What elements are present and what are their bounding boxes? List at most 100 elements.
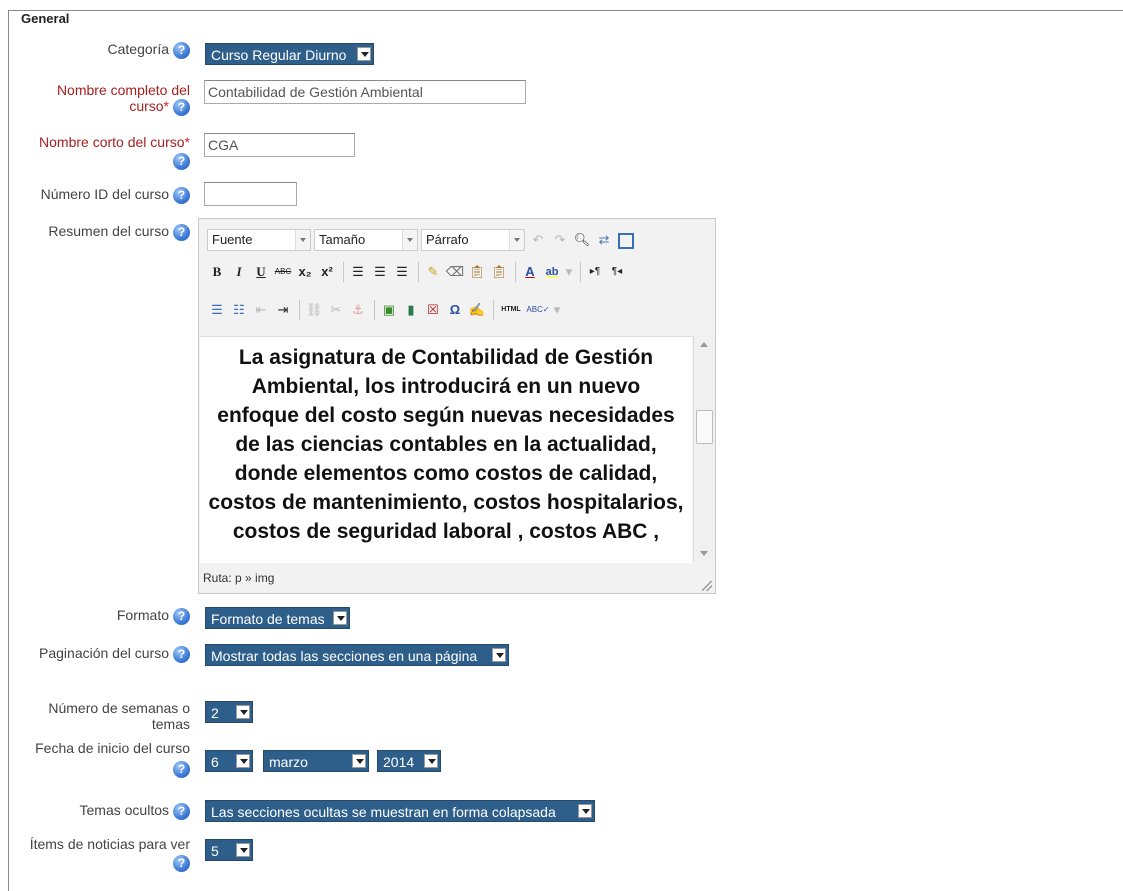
html-source-button[interactable]: HTML: [498, 300, 524, 320]
spellcheck-button[interactable]: ABC✓: [526, 300, 550, 320]
paste-word-icon[interactable]: 📋︎: [489, 262, 509, 282]
format-label: Formato?: [20, 607, 190, 625]
pagination-label: Paginación del curso?: [20, 645, 190, 663]
toolbar-separator: [515, 262, 516, 282]
startdate-month-select[interactable]: marzo: [263, 750, 369, 772]
rtl-icon[interactable]: ¶◂: [607, 262, 627, 282]
chevron-down-icon[interactable]: ▾: [564, 262, 574, 282]
fullname-label: Nombre completo del curso*?: [56, 82, 190, 116]
align-left-icon[interactable]: ☰: [348, 262, 368, 282]
chevron-down-icon: [424, 754, 438, 768]
summary-text: La asignatura de Contabilidad de Gestión…: [208, 346, 684, 543]
chevron-down-icon: [352, 754, 366, 768]
numsections-select[interactable]: 2: [205, 701, 253, 723]
editor-path-bar: Ruta: p » img: [200, 563, 714, 593]
highlight-button[interactable]: ab: [542, 262, 562, 282]
chevron-down-icon: [236, 843, 250, 857]
unlink-icon[interactable]: ✂︎: [326, 300, 346, 320]
image-icon[interactable]: ▣: [379, 300, 399, 320]
category-label: Categoría?: [20, 41, 190, 59]
link-icon[interactable]: ⛓︎: [304, 300, 324, 320]
bold-button[interactable]: B: [207, 262, 227, 282]
startdate-year-select[interactable]: 2014: [377, 750, 441, 772]
help-icon[interactable]: ?: [173, 802, 190, 820]
toolbar-separator: [580, 262, 581, 282]
help-icon[interactable]: ?: [173, 223, 190, 241]
chevron-down-icon: [295, 230, 310, 250]
toolbar-separator: [343, 262, 344, 282]
idnumber-input[interactable]: [204, 182, 297, 206]
cleanup-icon[interactable]: ✎: [423, 262, 443, 282]
required-icon: *: [163, 98, 169, 114]
format-dropdown[interactable]: Párrafo: [421, 229, 525, 251]
align-center-icon[interactable]: ☰: [370, 262, 390, 282]
superscript-button[interactable]: x²: [317, 262, 337, 282]
fullscreen-icon[interactable]: [616, 230, 636, 250]
hiddensections-select[interactable]: Las secciones ocultas se muestran en for…: [205, 800, 595, 822]
special-char-button[interactable]: Ω: [445, 300, 465, 320]
underline-button[interactable]: U: [251, 262, 271, 282]
help-icon[interactable]: ?: [173, 854, 190, 872]
toolbar-separator: [418, 262, 419, 282]
numsections-label: Número de semanas o temas: [48, 700, 190, 732]
summary-editor: Fuente Tamaño Párrafo ↶ ↷ 🔍︎ ⇄ B I U ABC…: [198, 218, 716, 594]
shortname-label: Nombre corto del curso* ?: [39, 134, 190, 170]
startdate-day-select[interactable]: 6: [205, 750, 253, 772]
help-icon[interactable]: ?: [173, 607, 190, 625]
resize-grip-icon[interactable]: [702, 581, 712, 591]
toolbar-separator: [299, 300, 300, 320]
scroll-thumb[interactable]: [696, 410, 713, 444]
strikethrough-button[interactable]: ABC: [273, 262, 293, 282]
editor-scrollbar[interactable]: [693, 336, 715, 562]
eraser-icon[interactable]: ⌫: [445, 262, 465, 282]
align-right-icon[interactable]: ☰: [392, 262, 412, 282]
startdate-label: Fecha de inicio del curso ?: [35, 740, 190, 778]
subscript-button[interactable]: x₂: [295, 262, 315, 282]
newsitems-label: Ítems de noticias para ver ?: [29, 836, 190, 872]
hiddensections-label: Temas ocultos?: [20, 802, 190, 820]
ltr-icon[interactable]: ▸¶: [585, 262, 605, 282]
paste-text-icon[interactable]: 📋︎: [467, 262, 487, 282]
outdent-icon[interactable]: ⇤: [251, 300, 271, 320]
font-dropdown[interactable]: Fuente: [207, 229, 311, 251]
chevron-down-icon[interactable]: ▾: [552, 300, 562, 320]
scroll-down-icon[interactable]: [700, 551, 708, 556]
category-select[interactable]: Curso Regular Diurno: [205, 43, 374, 65]
idnumber-label: Número ID del curso?: [20, 186, 190, 204]
nolink-icon[interactable]: ✍: [467, 300, 487, 320]
toolbar-separator: [374, 300, 375, 320]
chevron-down-icon: [402, 230, 417, 250]
help-icon[interactable]: ?: [173, 41, 190, 59]
editor-toolbar-row-2: B I U ABC x₂ x² ☰ ☰ ☰ ✎ ⌫ 📋︎ 📋︎ A ab ▾ ▸…: [207, 259, 629, 285]
replace-icon[interactable]: ⇄: [594, 230, 614, 250]
size-dropdown[interactable]: Tamaño: [314, 229, 418, 251]
help-icon[interactable]: ?: [173, 152, 190, 170]
bullet-list-icon[interactable]: ☰: [207, 300, 227, 320]
help-icon[interactable]: ?: [173, 645, 190, 663]
fullname-input[interactable]: [204, 80, 526, 104]
italic-button[interactable]: I: [229, 262, 249, 282]
text-color-button[interactable]: A: [520, 262, 540, 282]
format-select[interactable]: Formato de temas: [205, 607, 350, 629]
undo-icon[interactable]: ↶: [528, 230, 548, 250]
fieldset-legend: General: [19, 11, 72, 26]
numbered-list-icon[interactable]: ☷: [229, 300, 249, 320]
editor-toolbar-row-1: Fuente Tamaño Párrafo ↶ ↷ 🔍︎ ⇄: [207, 227, 638, 253]
editor-content-area[interactable]: La asignatura de Contabilidad de Gestión…: [200, 336, 692, 563]
newsitems-select[interactable]: 5: [205, 839, 253, 861]
indent-icon[interactable]: ⇥: [273, 300, 293, 320]
chevron-down-icon: [236, 705, 250, 719]
media-icon[interactable]: ▮: [401, 300, 421, 320]
shortname-input[interactable]: [204, 133, 355, 157]
anchor-icon[interactable]: ⚓︎: [348, 300, 368, 320]
moodle-media-icon[interactable]: ☒: [423, 300, 443, 320]
scroll-up-icon[interactable]: [700, 342, 708, 347]
find-icon[interactable]: 🔍︎: [572, 230, 592, 250]
help-icon[interactable]: ?: [173, 98, 190, 116]
pagination-select[interactable]: Mostrar todas las secciones en una págin…: [205, 644, 509, 666]
chevron-down-icon: [578, 804, 592, 818]
redo-icon[interactable]: ↷: [550, 230, 570, 250]
help-icon[interactable]: ?: [173, 186, 190, 204]
toolbar-separator: [493, 300, 494, 320]
help-icon[interactable]: ?: [173, 760, 190, 778]
